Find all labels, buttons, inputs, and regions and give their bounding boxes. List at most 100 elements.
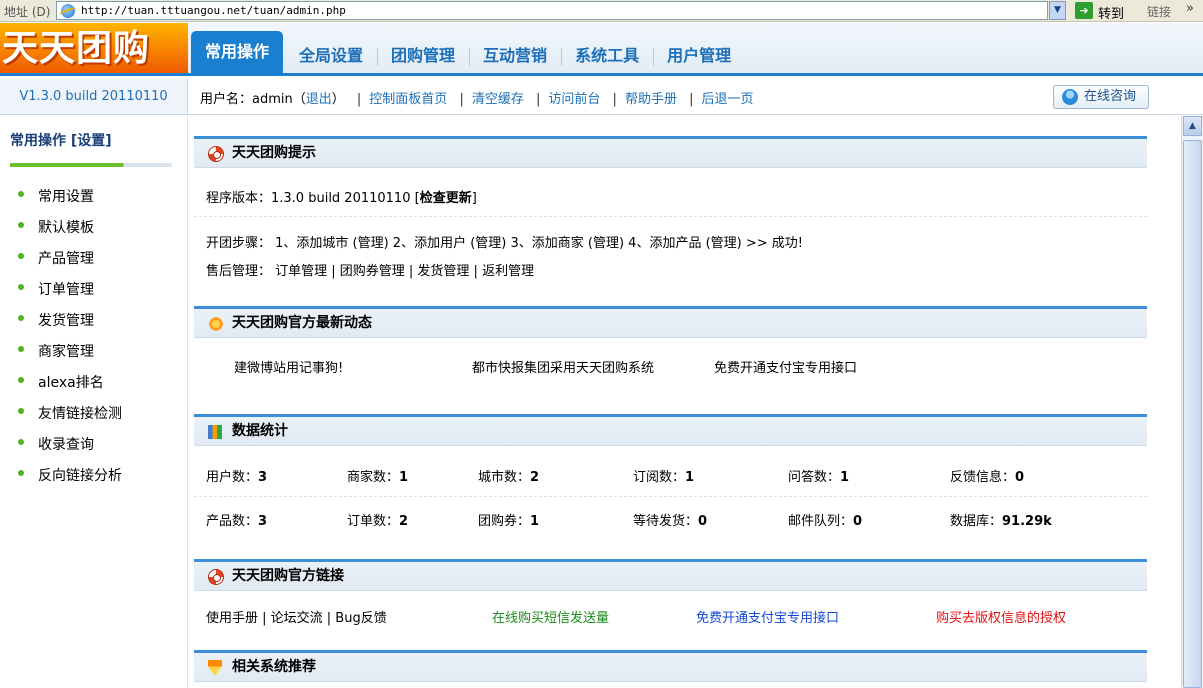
stat-label: 用户数：	[206, 470, 259, 485]
related-systems-panel: 相关系统推荐	[194, 650, 1147, 688]
alipay-interface-link[interactable]: 免费开通支付宝专用接口	[696, 607, 839, 626]
sidebar-divider	[10, 163, 172, 167]
sidebar-item-default-template[interactable]: 默认模板	[18, 217, 122, 248]
after-sales-links[interactable]: 售后管理： 订单管理 | 团购券管理 | 发货管理 | 返利管理	[206, 260, 534, 279]
official-links-panel-title: 天天团购官方链接	[232, 568, 344, 584]
tab-user-manage[interactable]: 用户管理	[653, 39, 745, 73]
online-consult-label: 在线咨询	[1084, 89, 1137, 104]
ie-page-icon	[61, 4, 75, 18]
logout-link[interactable]: 退出	[306, 92, 332, 107]
sidebar-item-shipping-manage[interactable]: 发货管理	[18, 310, 122, 341]
setup-steps[interactable]: 开团步骤： 1、添加城市 (管理) 2、添加用户 (管理) 3、添加商家 (管理…	[206, 232, 803, 251]
stat-value: 0	[853, 514, 863, 529]
stat-coupons: 团购券：1	[478, 510, 539, 529]
stat-merchants: 商家数：1	[347, 466, 408, 485]
tab-common-ops[interactable]: 常用操作	[191, 31, 284, 73]
stat-label: 邮件队列：	[788, 514, 854, 529]
address-url: http://tuan.tttuangou.net/tuan/admin.php	[81, 4, 346, 17]
scrollbar-thumb[interactable]	[1183, 140, 1202, 688]
medal-icon	[208, 660, 222, 676]
online-consult-button[interactable]: 在线咨询	[1053, 85, 1149, 109]
sidebar-item-friend-link-check[interactable]: 友情链接检测	[18, 403, 122, 434]
sub-toolbar: V1.3.0 build 20110110 用户名：admin（退出） | 控制面…	[0, 79, 1203, 115]
go-button[interactable]: 转到	[1098, 3, 1124, 22]
tab-interactive-marketing[interactable]: 互动营销	[469, 39, 561, 73]
tips-panel-title: 天天团购提示	[232, 145, 316, 161]
address-dropdown-icon[interactable]: ▼	[1049, 1, 1066, 20]
stat-value: 3	[258, 514, 268, 529]
grid-icon	[208, 425, 222, 439]
buy-license-link[interactable]: 购买去版权信息的授权	[936, 607, 1066, 626]
stat-value: 2	[530, 470, 540, 485]
vertical-scrollbar[interactable]: ▲	[1181, 116, 1203, 688]
stat-orders: 订单数：2	[347, 510, 408, 529]
scroll-up-icon[interactable]: ▲	[1183, 116, 1202, 136]
stat-database: 数据库：91.29k	[950, 510, 1052, 529]
stat-value: 2	[399, 514, 409, 529]
news-panel-header: 天天团购官方最新动态	[194, 306, 1147, 338]
stat-value: 1	[840, 470, 850, 485]
stat-label: 等待发货：	[633, 514, 699, 529]
browser-address-bar: 地址 (D) http://tuan.tttuangou.net/tuan/ad…	[0, 0, 1203, 22]
stat-feedback: 反馈信息：0	[950, 466, 1024, 485]
sidebar-item-order-manage[interactable]: 订单管理	[18, 279, 122, 310]
sidebar-item-product-manage[interactable]: 产品管理	[18, 248, 122, 279]
sidebar-item-backlink-analysis[interactable]: 反向链接分析	[18, 465, 122, 496]
divider	[194, 216, 1147, 217]
official-links-panel-header: 天天团购官方链接	[194, 559, 1147, 591]
stat-value: 0	[1015, 470, 1025, 485]
stat-label: 订单数：	[347, 514, 400, 529]
stat-users: 用户数：3	[206, 466, 267, 485]
sidebar-menu: 常用设置 默认模板 产品管理 订单管理 发货管理 商家管理 alexa排名 友情…	[18, 186, 122, 496]
links-button[interactable]: 链接	[1147, 3, 1171, 20]
sidebar-title: 常用操作 [设置]	[10, 133, 112, 149]
stats-panel-header: 数据统计	[194, 414, 1147, 446]
news-item[interactable]: 都市快报集团采用天天团购系统	[472, 357, 654, 376]
username-suffix: ）	[331, 92, 345, 107]
check-update-link[interactable]: 检查更新	[420, 191, 472, 206]
stat-value: 91.29k	[1002, 514, 1052, 529]
stat-label: 商家数：	[347, 470, 400, 485]
buy-sms-link[interactable]: 在线购买短信发送量	[492, 607, 609, 626]
tab-system-tools[interactable]: 系统工具	[561, 39, 653, 73]
link-visit-frontend[interactable]: 访问前台	[548, 92, 600, 107]
sidebar-item-merchant-manage[interactable]: 商家管理	[18, 341, 122, 372]
sidebar-item-common-settings[interactable]: 常用设置	[18, 186, 122, 217]
top-links: 用户名：admin（退出） | 控制面板首页 | 清空缓存 | 访问前台 | 帮助手册 …	[200, 92, 754, 107]
stat-value: 1	[530, 514, 540, 529]
link-clear-cache[interactable]: 清空缓存	[472, 92, 524, 107]
news-item[interactable]: 建微博站用记事狗!	[234, 357, 343, 376]
version-info: 程序版本：1.3.0 build 20110110 [检查更新]	[206, 187, 477, 206]
stat-qa: 问答数：1	[788, 466, 849, 485]
address-input[interactable]: http://tuan.tttuangou.net/tuan/admin.php	[56, 1, 1048, 20]
sidebar-item-alexa-rank[interactable]: alexa排名	[18, 372, 122, 403]
stat-value: 1	[399, 470, 409, 485]
official-links-panel: 天天团购官方链接 使用手册 | 论坛交流 | Bug反馈 在线购买短信发送量 免…	[194, 559, 1147, 639]
toolbar-more-icon[interactable]: »	[1186, 1, 1194, 16]
stat-mail-queue: 邮件队列：0	[788, 510, 862, 529]
link-control-panel-home[interactable]: 控制面板首页	[369, 92, 447, 107]
stat-value: 0	[698, 514, 708, 529]
manual-forum-bug-links[interactable]: 使用手册 | 论坛交流 | Bug反馈	[206, 607, 387, 626]
stat-label: 团购券：	[478, 514, 531, 529]
tab-group-buy-manage[interactable]: 团购管理	[377, 39, 469, 73]
stat-label: 问答数：	[788, 470, 841, 485]
main-nav: 常用操作 全局设置 团购管理 互动营销 系统工具 用户管理	[188, 31, 745, 73]
news-item[interactable]: 免费开通支付宝专用接口	[714, 357, 857, 376]
sidebar: 常用操作 [设置] 常用设置 默认模板 产品管理 订单管理 发货管理 商家管理 …	[0, 116, 188, 688]
stat-cities: 城市数：2	[478, 466, 539, 485]
divider	[194, 496, 1147, 497]
version-info-prefix: 程序版本：1.3.0 build 20110110 [	[206, 191, 420, 206]
stat-label: 城市数：	[478, 470, 531, 485]
stat-label: 订阅数：	[633, 470, 686, 485]
user-icon	[1062, 89, 1078, 105]
tab-global-settings[interactable]: 全局设置	[285, 39, 377, 73]
sidebar-item-index-query[interactable]: 收录查询	[18, 434, 122, 465]
tips-panel: 天天团购提示 程序版本：1.3.0 build 20110110 [检查更新] …	[194, 136, 1147, 281]
link-go-back[interactable]: 后退一页	[701, 92, 753, 107]
sun-icon	[208, 316, 224, 332]
stat-subscriptions: 订阅数：1	[633, 466, 694, 485]
related-systems-panel-title: 相关系统推荐	[232, 659, 316, 675]
link-help-manual[interactable]: 帮助手册	[625, 92, 677, 107]
go-arrow-icon[interactable]: ➔	[1075, 2, 1093, 19]
